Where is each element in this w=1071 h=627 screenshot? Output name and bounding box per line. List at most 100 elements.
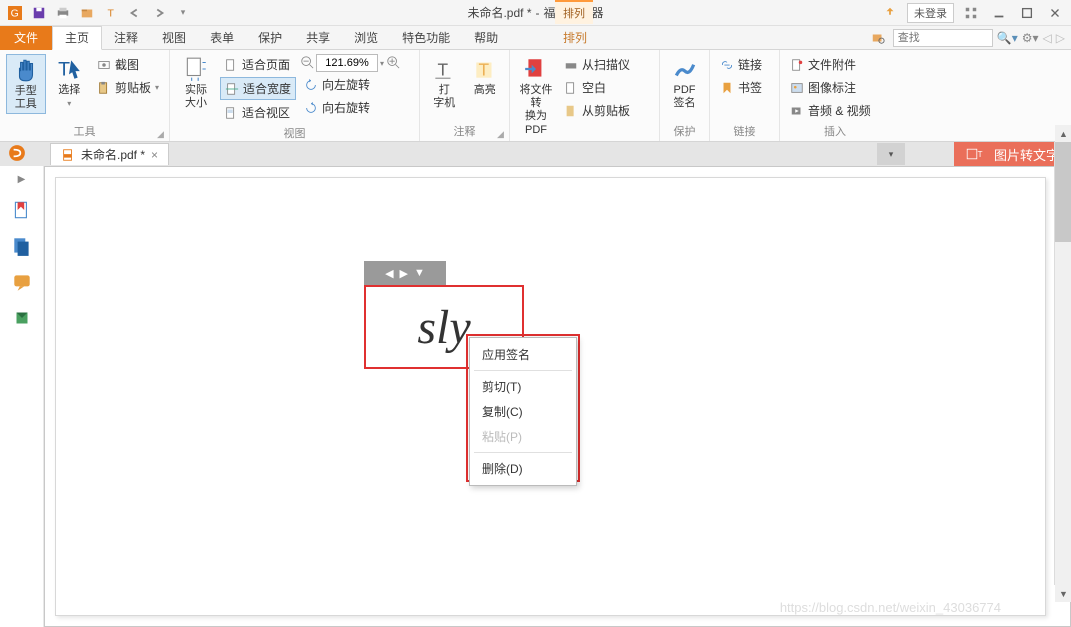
ctx-copy[interactable]: 复制(C)	[470, 399, 576, 424]
rotate-left-label: 向左旋转	[322, 76, 370, 93]
rotate-right-label: 向右旋转	[322, 99, 370, 116]
sidebar-bookmarks-icon[interactable]	[11, 199, 33, 221]
ribbon-group-insert: 文件附件 图像标注 音频 & 视频 插入	[780, 50, 890, 141]
sidebar-comments-icon[interactable]	[11, 271, 33, 293]
convert-to-pdf-label: 将文件转 换为PDF	[518, 84, 554, 137]
links-group-label: 链接	[716, 123, 773, 139]
svg-text:G: G	[11, 7, 19, 19]
screenshot-button[interactable]: 截图	[93, 54, 163, 75]
hand-tool-button[interactable]: 手型 工具	[6, 54, 46, 114]
file-attachment-button[interactable]: 文件附件	[786, 54, 875, 75]
tab-special[interactable]: 特色功能	[390, 26, 462, 50]
app-small-icon[interactable]	[8, 144, 26, 165]
document-tab[interactable]: 未命名.pdf * ×	[50, 143, 169, 165]
fit-page-label: 适合页面	[242, 56, 290, 73]
minimize-icon[interactable]	[988, 2, 1010, 24]
tab-comment[interactable]: 注释	[102, 26, 150, 50]
titlebar-right: 未登录	[879, 2, 1066, 24]
login-button[interactable]: 未登录	[907, 3, 954, 23]
svg-text:T: T	[58, 59, 70, 81]
print-icon[interactable]	[52, 2, 74, 24]
app-icon[interactable]: G	[4, 2, 26, 24]
tab-protect[interactable]: 保护	[246, 26, 294, 50]
link-button[interactable]: 链接	[716, 54, 766, 75]
actual-size-label: 实际 大小	[185, 84, 207, 110]
sidebar-toggle-icon[interactable]: ▶	[16, 174, 27, 185]
tab-bar-dropdown[interactable]: ▾	[877, 143, 905, 165]
vertical-scroll-thumb[interactable]	[1055, 142, 1071, 242]
search-folder-icon[interactable]	[867, 27, 889, 49]
ribbon-group-tools: 手型 工具 T 选择 ▾ 截图 剪贴板 ▾ 工具 ◢	[0, 50, 170, 141]
select-tool-button[interactable]: T 选择 ▾	[50, 54, 89, 110]
highlight-button[interactable]: T 高亮	[467, 54, 504, 99]
tab-arrange[interactable]: 排列	[555, 26, 595, 50]
settings-gear-icon[interactable]: ⚙▾	[1022, 31, 1039, 45]
scroll-down-icon[interactable]: ▼	[1055, 585, 1071, 602]
actual-size-button[interactable]: 实际 大小	[176, 54, 216, 112]
close-icon[interactable]	[1044, 2, 1066, 24]
text-tool-icon[interactable]: T	[100, 2, 122, 24]
typewriter-button[interactable]: T 打 字机	[426, 54, 463, 112]
open-icon[interactable]	[76, 2, 98, 24]
ctx-separator	[474, 370, 572, 371]
svg-text:T: T	[978, 150, 983, 159]
dialog-launcher-icon[interactable]: ◢	[497, 129, 507, 139]
ctx-apply-signature[interactable]: 应用签名	[470, 342, 576, 367]
signature-toolbar[interactable]: ◀ ▶ ▼	[364, 261, 446, 285]
hand-tool-label: 手型 工具	[15, 85, 37, 111]
grid-view-icon[interactable]	[960, 2, 982, 24]
ribbon-group-protect: PDF 签名 保护	[660, 50, 710, 141]
maximize-icon[interactable]	[1016, 2, 1038, 24]
nav-forward-icon[interactable]: ▷	[1056, 31, 1065, 45]
zoom-input[interactable]	[316, 54, 378, 72]
audio-video-button[interactable]: 音频 & 视频	[786, 100, 875, 121]
sig-dropdown-icon[interactable]: ▼	[414, 267, 425, 279]
from-scanner-button[interactable]: 从扫描仪	[560, 54, 634, 75]
tab-browse[interactable]: 浏览	[342, 26, 390, 50]
signature-text: sly	[417, 300, 470, 355]
clipboard-label: 剪贴板	[115, 79, 151, 96]
tab-view[interactable]: 视图	[150, 26, 198, 50]
rotate-right-button[interactable]: 向右旋转	[300, 97, 400, 118]
convert-to-pdf-button[interactable]: 将文件转 换为PDF	[516, 54, 556, 139]
sidebar-pages-icon[interactable]	[11, 235, 33, 257]
sig-prev-icon[interactable]: ◀	[385, 267, 393, 280]
search-go-icon[interactable]: 🔍▾	[997, 31, 1018, 45]
bookmark-label: 书签	[738, 79, 762, 96]
vertical-scrollbar[interactable]: ▲ ▼	[1054, 142, 1071, 585]
scroll-up-icon[interactable]: ▲	[1055, 125, 1071, 142]
redo-icon[interactable]	[148, 2, 170, 24]
tab-home[interactable]: 主页	[52, 26, 102, 50]
upload-icon[interactable]	[879, 2, 901, 24]
qat-dropdown-icon[interactable]: ▾	[172, 2, 194, 24]
dialog-launcher-icon[interactable]: ◢	[157, 129, 167, 139]
fit-width-button[interactable]: 适合宽度	[220, 77, 296, 100]
from-clipboard-button[interactable]: 从剪贴板	[560, 100, 634, 121]
blank-page-button[interactable]: 空白	[560, 77, 634, 98]
left-sidebar: ▶	[0, 166, 44, 627]
sidebar-attachments-icon[interactable]	[11, 307, 33, 329]
rotate-left-button[interactable]: 向左旋转	[300, 74, 400, 95]
zoom-in-icon[interactable]	[386, 55, 400, 72]
tab-help[interactable]: 帮助	[462, 26, 510, 50]
fit-page-button[interactable]: 适合页面	[220, 54, 296, 75]
sig-next-icon[interactable]: ▶	[400, 267, 408, 280]
pdf-sign-button[interactable]: PDF 签名	[666, 54, 703, 112]
clipboard-button[interactable]: 剪贴板 ▾	[93, 77, 163, 98]
image-annot-button[interactable]: 图像标注	[786, 77, 875, 98]
tab-form[interactable]: 表单	[198, 26, 246, 50]
tab-file[interactable]: 文件	[0, 26, 52, 50]
undo-icon[interactable]	[124, 2, 146, 24]
nav-back-icon[interactable]: ◁	[1043, 31, 1052, 45]
zoom-dropdown-icon[interactable]: ▾	[380, 59, 384, 68]
ctx-separator	[474, 452, 572, 453]
search-input[interactable]	[893, 29, 993, 47]
ctx-delete[interactable]: 删除(D)	[470, 456, 576, 481]
save-icon[interactable]	[28, 2, 50, 24]
tab-share[interactable]: 共享	[294, 26, 342, 50]
zoom-out-icon[interactable]	[300, 55, 314, 72]
bookmark-button[interactable]: 书签	[716, 77, 766, 98]
fit-visible-button[interactable]: 适合视区	[220, 102, 296, 123]
document-tab-close-icon[interactable]: ×	[151, 148, 158, 162]
ctx-cut[interactable]: 剪切(T)	[470, 374, 576, 399]
